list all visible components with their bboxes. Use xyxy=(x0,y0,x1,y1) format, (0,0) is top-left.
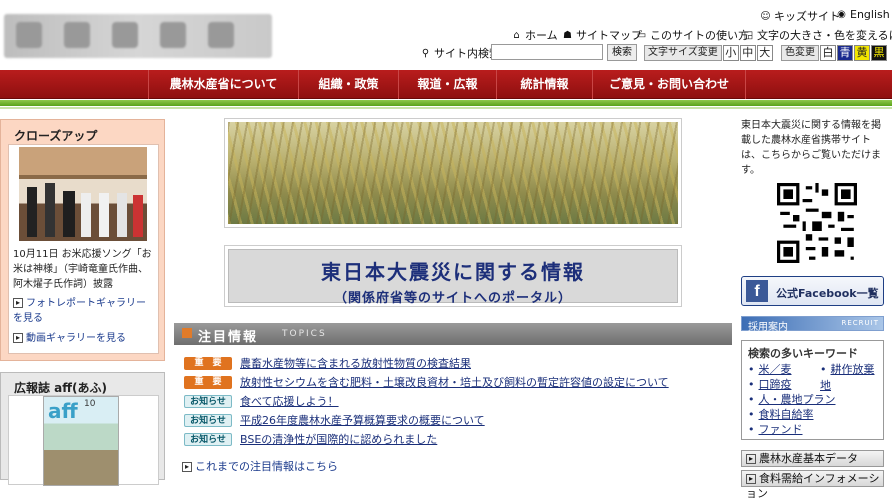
recruit-label: 採用案内 xyxy=(748,322,788,333)
english-link[interactable]: ◉ English xyxy=(836,8,890,21)
video-gallery-link[interactable]: ▸ 動画ギャラリーを見る xyxy=(13,329,153,344)
notice-badge: お知らせ xyxy=(184,394,232,408)
keyword-link[interactable]: 人・農地プラン xyxy=(748,391,836,407)
topic-link[interactable]: 平成26年度農林水産予算概算要求の概要について xyxy=(240,412,485,428)
photo-gallery-link[interactable]: ▸ フォトレポートギャラリーを見る xyxy=(13,296,153,326)
color-white-button[interactable]: 白 xyxy=(820,45,836,61)
fontcolor-help-link[interactable]: ◲文字の大きさ・色を変えるには xyxy=(743,27,892,43)
color-control: 色変更 白 青 黄 黒 xyxy=(781,45,887,61)
earthquake-subtitle: （関係府省等のサイトへのポータル） xyxy=(333,291,572,306)
home-icon: ⌂ xyxy=(513,29,520,41)
earthquake-info-banner[interactable]: 東日本大震災に関する情報 （関係府省等のサイトへのポータル） xyxy=(224,245,682,307)
facebook-label: 公式Facebook一覧 xyxy=(776,287,879,300)
magazine-cover[interactable]: aff 10 xyxy=(43,396,119,486)
magazine-title: 広報誌 aff(あふ) xyxy=(14,381,107,395)
closeup-title: クローズアップ xyxy=(14,129,98,143)
recruit-label-en: RECRUIT xyxy=(841,319,879,327)
arrow-right-icon: ▸ xyxy=(13,333,23,343)
search-button[interactable]: 検索 xyxy=(607,44,637,61)
color-yellow-button[interactable]: 黄 xyxy=(854,45,870,61)
keyword-link[interactable]: 食料自給率 xyxy=(748,406,814,422)
magazine-cover-logo: aff xyxy=(48,399,78,423)
nav-item-statistics[interactable]: 統計情報 xyxy=(496,70,592,99)
recruit-banner[interactable]: 採用案内 RECRUIT xyxy=(741,316,884,333)
magazine-cover-issue: 10 xyxy=(84,399,96,409)
keywords-title: 検索の多いキーワード xyxy=(748,347,858,360)
arrow-right-icon: ▸ xyxy=(746,454,756,464)
color-blue-button[interactable]: 青 xyxy=(837,45,853,61)
topic-item: 重 要 放射性セシウムを含む肥料・土壌改良資材・培土及び飼料の暫定許容値の設定に… xyxy=(184,374,669,390)
topics-header: 注目情報 TOPICS xyxy=(174,323,732,345)
site-logo[interactable] xyxy=(4,14,272,58)
search-label: ⚲ サイト内検索 xyxy=(421,47,500,60)
notice-badge: お知らせ xyxy=(184,432,232,446)
font-size-small-button[interactable]: 小 xyxy=(722,45,739,61)
topics-title: 注目情報 xyxy=(198,330,259,345)
nav-item-press[interactable]: 報道・広報 xyxy=(398,70,496,99)
topics-title-en: TOPICS xyxy=(282,329,327,339)
nav-item-about[interactable]: 農林水産省について xyxy=(148,70,298,99)
search-input[interactable] xyxy=(491,44,603,60)
magazine-box: 広報誌 aff(あふ) aff 10 xyxy=(0,372,165,486)
color-black-button[interactable]: 黒 xyxy=(871,45,887,61)
topic-link[interactable]: 放射性セシウムを含む肥料・土壌改良資材・培土及び飼料の暫定許容値の設定について xyxy=(240,374,669,390)
smiley-icon: ☺ xyxy=(760,10,771,22)
window-icon: ◲ xyxy=(743,29,754,41)
arrow-right-icon: ▸ xyxy=(13,298,23,308)
popular-keywords-box: 検索の多いキーワード 米／麦 耕作放棄地 口蹄疫 人・農地プラン 食料自給率 フ… xyxy=(741,340,884,440)
closeup-photo[interactable] xyxy=(19,147,147,241)
color-label: 色変更 xyxy=(781,45,819,61)
howto-link[interactable]: ▭ このサイトの使い方 xyxy=(636,27,749,43)
topic-link[interactable]: 農畜水産物等に含まれる放射性物質の検査結果 xyxy=(240,355,471,371)
search-icon: ⚲ xyxy=(421,47,430,59)
mobile-site-text: 東日本大震災に関する情報を掲載した農林水産省携帯サイトは、こちらからご覧いただけ… xyxy=(741,120,881,176)
topic-item: お知らせ 食べて応援しよう！ xyxy=(184,393,339,409)
earthquake-title: 東日本大震災に関する情報 xyxy=(321,260,585,284)
facebook-icon: f xyxy=(746,280,768,302)
green-divider xyxy=(0,100,892,106)
topic-link[interactable]: 食べて応援しよう！ xyxy=(240,393,339,409)
kids-site-link[interactable]: ☺ キッズサイト xyxy=(760,8,840,24)
globe-icon: ◉ xyxy=(837,9,846,20)
important-badge: 重 要 xyxy=(184,375,232,389)
font-size-label: 文字サイズ変更 xyxy=(644,45,722,61)
keyword-link[interactable]: ファンド xyxy=(748,421,803,437)
magazine-inner: aff 10 xyxy=(8,395,159,486)
facebook-list-button[interactable]: f 公式Facebook一覧 xyxy=(741,276,884,306)
notice-badge: お知らせ xyxy=(184,413,232,427)
arrow-right-icon: ▸ xyxy=(182,462,192,472)
sitemap-link[interactable]: ☗ サイトマップ xyxy=(562,27,642,43)
sitemap-icon: ☗ xyxy=(563,29,572,41)
closeup-box: クローズアップ 10月11日 お米応援ソング「お米は神様」（宇崎竜童氏作曲、阿木… xyxy=(0,119,165,361)
keyword-link[interactable]: 口蹄疫 xyxy=(748,376,792,392)
keyword-link[interactable]: 米／麦 xyxy=(748,361,792,377)
arrow-right-icon: ▸ xyxy=(746,474,756,484)
nav-item-policy[interactable]: 組織・政策 xyxy=(298,70,398,99)
topic-item: お知らせ BSEの清浄性が国際的に認められました xyxy=(184,431,437,447)
topic-link[interactable]: BSEの清浄性が国際的に認められました xyxy=(240,431,437,447)
green-divider-line xyxy=(0,107,892,109)
closeup-inner: 10月11日 お米応援ソング「お米は神様」（宇崎竜童氏作曲、阿木燿子氏作詞）披露… xyxy=(8,144,159,354)
global-nav: 農林水産省について 組織・政策 報道・広報 統計情報 ご意見・お問い合わせ xyxy=(0,70,892,99)
nav-item-contact[interactable]: ご意見・お問い合わせ xyxy=(592,70,746,99)
rice-banner[interactable] xyxy=(224,118,682,228)
monitor-icon: ▭ xyxy=(636,29,647,41)
square-bullet-icon xyxy=(182,328,192,338)
font-size-large-button[interactable]: 大 xyxy=(756,45,773,61)
font-size-control: 文字サイズ変更 小 中 大 xyxy=(644,45,773,61)
supply-info-button[interactable]: ▸ 食料需給インフォメーション xyxy=(741,470,884,500)
topic-item: お知らせ 平成26年度農林水産予算概算要求の概要について xyxy=(184,412,485,428)
qr-code-icon xyxy=(777,183,857,263)
font-size-medium-button[interactable]: 中 xyxy=(739,45,756,61)
topics-more-link[interactable]: ▸ これまでの注目情報はこちら xyxy=(182,458,338,474)
topic-item: 重 要 農畜水産物等に含まれる放射性物質の検査結果 xyxy=(184,355,471,371)
home-link[interactable]: ⌂ ホーム xyxy=(511,27,557,43)
important-badge: 重 要 xyxy=(184,356,232,370)
keyword-link[interactable]: 耕作放棄地 xyxy=(820,361,883,393)
basic-data-button[interactable]: ▸ 農林水産基本データ xyxy=(741,450,884,467)
closeup-caption: 10月11日 お米応援ソング「お米は神様」（宇崎竜童氏作曲、阿木燿子氏作詞）披露 xyxy=(13,249,152,290)
